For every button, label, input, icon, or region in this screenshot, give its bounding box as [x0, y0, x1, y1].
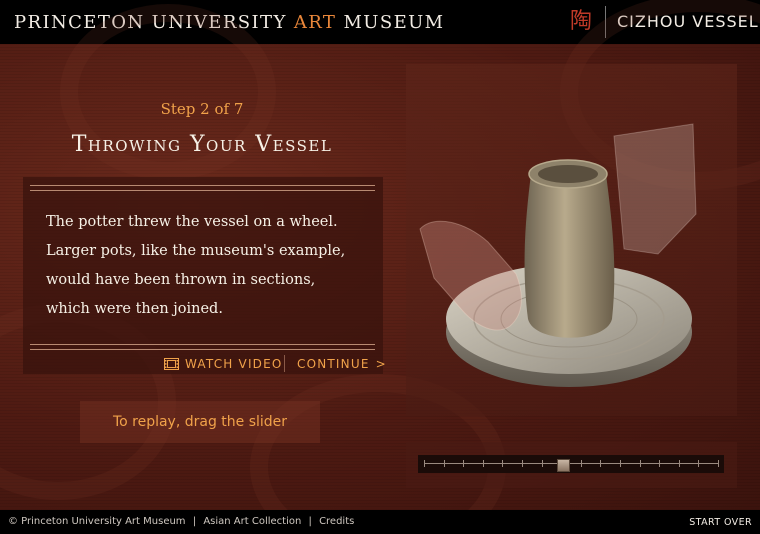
slider-tick [522, 460, 523, 467]
step-description: The potter threw the vessel on a wheel. … [46, 208, 376, 324]
footer-credits-link[interactable]: Credits [319, 516, 354, 527]
footer-museum-link[interactable]: © Princeton University Art Museum [8, 516, 186, 527]
slider-tick [463, 460, 464, 467]
watch-video-label: WATCH VIDEO [185, 357, 283, 371]
slider-tick [698, 460, 699, 467]
footer-bar: © Princeton University Art Museum | Asia… [0, 510, 760, 534]
slider-tick [542, 460, 543, 467]
slider-tick [444, 460, 445, 467]
slider-tick [640, 460, 641, 467]
slider-tick [659, 460, 660, 467]
slider-tick [581, 460, 582, 467]
pottery-wheel-illustration [419, 123, 697, 387]
film-icon [164, 358, 179, 370]
divider-bottom [30, 344, 375, 350]
museum-title-part2: MUSEUM [343, 12, 445, 33]
slider-tick [718, 460, 719, 467]
description-line: which were then joined. [46, 301, 223, 317]
description-line: Larger pots, like the museum's example, [46, 243, 346, 259]
vessel-shape [524, 174, 615, 338]
app-window: PRINCETON UNIVERSITY ART MUSEUM 陶 CIZHOU… [0, 0, 760, 534]
museum-title-accent: ART [293, 12, 337, 33]
footer-separator: | [192, 516, 197, 527]
replay-hint: To replay, drag the slider [112, 414, 288, 430]
control-divider [284, 355, 285, 372]
left-hand-shape [419, 220, 522, 331]
vessel-mouth [538, 165, 598, 183]
slider-tick [483, 460, 484, 467]
slider-thumb[interactable] [557, 459, 570, 472]
footer-asian-art-link[interactable]: Asian Art Collection [203, 516, 301, 527]
slider-tick [502, 460, 503, 467]
slider-tick [679, 460, 680, 467]
watch-video-button[interactable]: WATCH VIDEO [164, 355, 283, 373]
divider-top [30, 185, 375, 191]
main-area: Step 2 of 7 Throwing Your Vessel The pot… [0, 0, 760, 534]
footer-separator: | [308, 516, 312, 527]
replay-slider[interactable] [418, 455, 724, 473]
slider-track [424, 463, 718, 464]
chevron-right-icon: > [375, 357, 386, 371]
footer-links: © Princeton University Art Museum | Asia… [8, 516, 354, 527]
slider-tick [620, 460, 621, 467]
step-indicator: Step 2 of 7 [160, 100, 244, 118]
right-hand-shape [613, 123, 697, 255]
continue-label: CONTINUE [297, 357, 370, 371]
start-over-button[interactable]: START OVER [689, 517, 752, 528]
slider-tick [600, 460, 601, 467]
slider-tick [424, 460, 425, 467]
description-line: would have been thrown in sections, [46, 272, 316, 288]
description-line: The potter threw the vessel on a wheel. [46, 214, 338, 230]
continue-button[interactable]: CONTINUE > [297, 355, 386, 373]
step-title: Throwing Your Vessel [71, 132, 333, 157]
